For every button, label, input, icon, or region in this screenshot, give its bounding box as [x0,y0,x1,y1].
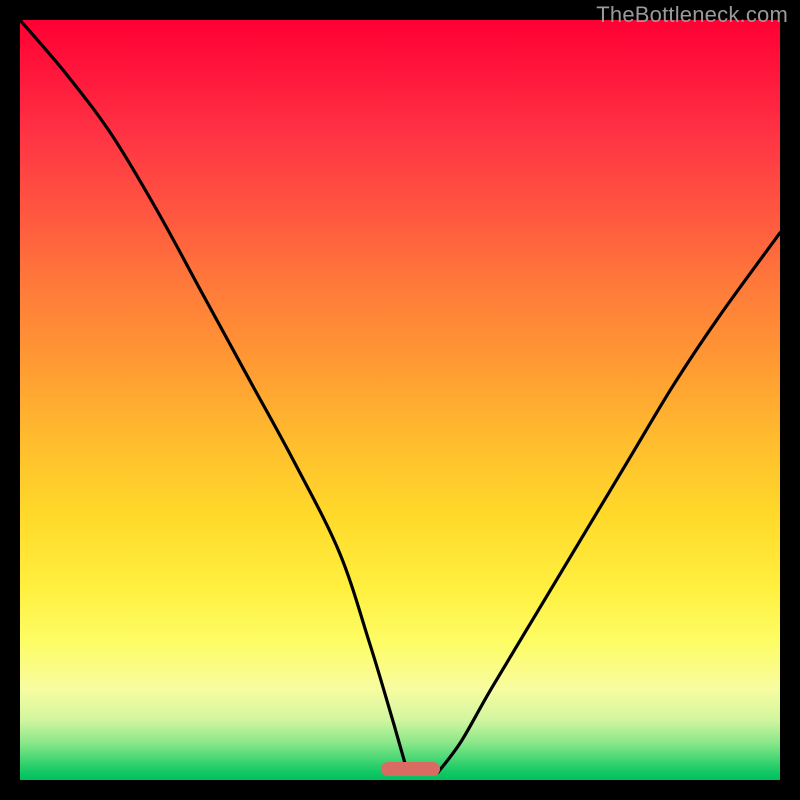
watermark-text: TheBottleneck.com [596,2,788,28]
chart-frame: TheBottleneck.com [0,0,800,800]
curve-left-branch [20,20,408,772]
bottleneck-curve [20,20,780,780]
curve-right-branch [438,233,780,773]
plot-area [20,20,780,780]
bottom-marker [381,762,440,776]
